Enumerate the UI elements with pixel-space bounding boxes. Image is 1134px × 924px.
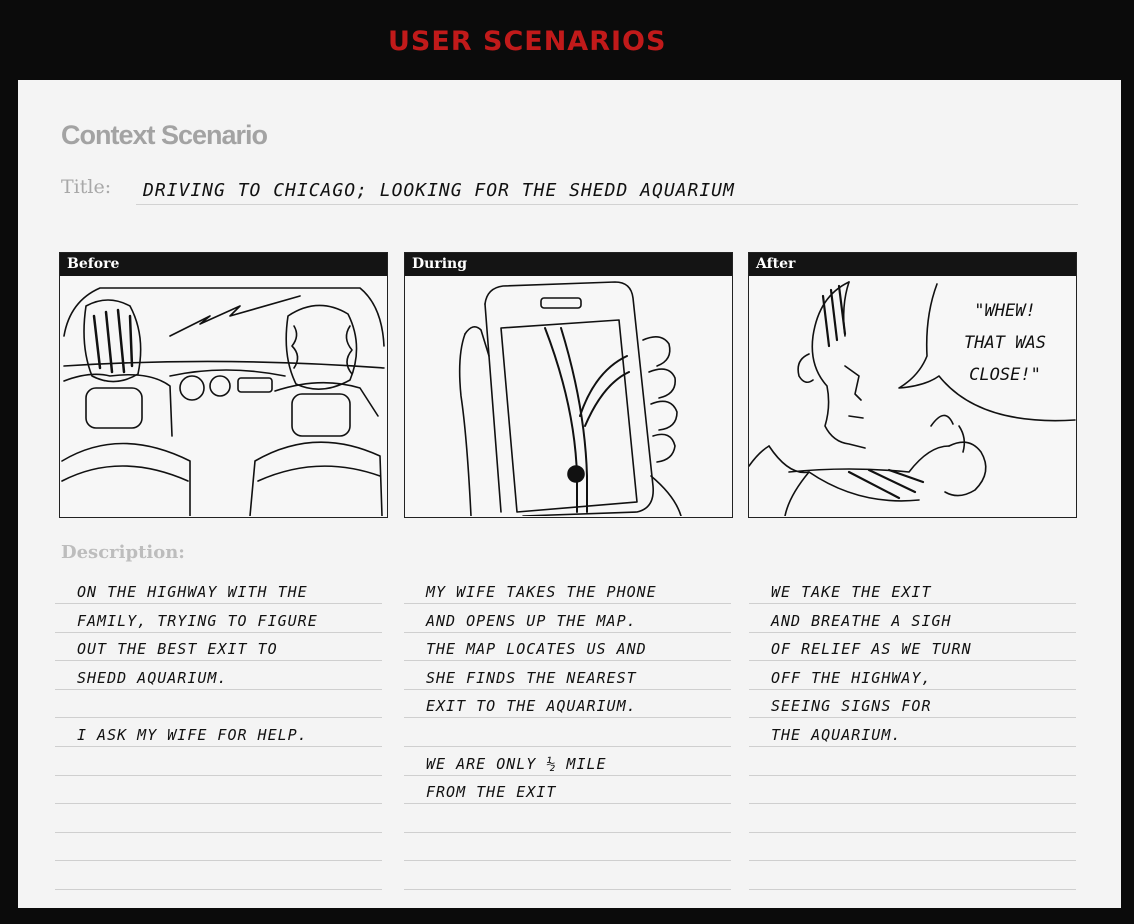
form-heading: Context Scenario bbox=[61, 120, 268, 150]
speech-line-2: THAT WAS bbox=[964, 333, 1046, 353]
description-line: AND BREATHE A SIGH bbox=[771, 611, 952, 630]
storyboard-panel-before: Before bbox=[59, 252, 388, 518]
title-value: DRIVING TO CHICAGO; LOOKING FOR THE SHED… bbox=[143, 180, 735, 201]
ruled-line bbox=[404, 660, 731, 662]
ruled-line bbox=[404, 774, 731, 776]
ruled-line bbox=[404, 860, 731, 862]
ruled-line bbox=[404, 631, 731, 633]
ruled-line bbox=[749, 831, 1076, 833]
ruled-line bbox=[749, 603, 1076, 604]
ruled-line bbox=[55, 774, 382, 776]
ruled-line bbox=[749, 717, 1076, 719]
title-label: Title: bbox=[61, 176, 112, 198]
description-column-during: MY WIFE TAKES THE PHONE AND OPENS UP THE … bbox=[404, 581, 731, 893]
description-line: FAMILY, TRYING TO FIGURE bbox=[77, 611, 318, 630]
panel-label-before: Before bbox=[60, 253, 387, 276]
ruled-line bbox=[55, 688, 382, 690]
description-line: MY WIFE TAKES THE PHONE bbox=[426, 583, 657, 601]
description-line: I ASK MY WIFE FOR HELP. bbox=[77, 726, 308, 744]
ruled-line bbox=[749, 746, 1076, 747]
ruled-line bbox=[55, 831, 382, 833]
ruled-line bbox=[749, 860, 1076, 862]
ruled-line bbox=[404, 831, 731, 833]
ruled-line bbox=[55, 603, 382, 604]
description-column-after: WE TAKE THE EXIT AND BREATHE A SIGH OF REL… bbox=[749, 581, 1076, 893]
storyboard-panel-during: During bbox=[404, 252, 733, 518]
ruled-line bbox=[404, 603, 731, 604]
ruled-line bbox=[749, 774, 1076, 776]
description-line: OUT THE BEST EXIT TO bbox=[77, 640, 278, 659]
speech-line-3: CLOSE!" bbox=[969, 365, 1041, 385]
ruled-line bbox=[55, 860, 382, 862]
description-line: EXIT TO THE AQUARIUM. bbox=[426, 697, 637, 716]
title-underline bbox=[136, 204, 1078, 205]
ruled-line bbox=[404, 688, 731, 690]
description-line: WE TAKE THE EXIT bbox=[771, 583, 932, 601]
ruled-line bbox=[749, 660, 1076, 662]
description-line: OFF THE HIGHWAY, bbox=[771, 668, 932, 687]
ruled-line bbox=[404, 889, 731, 890]
description-line: ON THE HIGHWAY WITH THE bbox=[77, 583, 308, 601]
ruled-line bbox=[749, 688, 1076, 690]
ruled-line bbox=[55, 803, 382, 805]
description-line: OF RELIEF AS WE TURN bbox=[771, 640, 972, 659]
description-line: FROM THE EXIT bbox=[426, 783, 557, 802]
panel-label-after: After bbox=[749, 253, 1076, 276]
ruled-line bbox=[749, 803, 1076, 805]
scenario-sheet: Context Scenario Title: DRIVING TO CHICA… bbox=[18, 80, 1121, 908]
storyboard-panel-after: After "WHEW! THAT WAS CLOSE!" bbox=[748, 252, 1077, 518]
description-column-before: ON THE HIGHWAY WITH THE FAMILY, TRYING TO… bbox=[55, 581, 382, 893]
ruled-line bbox=[55, 889, 382, 890]
ruled-line bbox=[749, 889, 1076, 890]
car-interior-sketch bbox=[61, 287, 385, 516]
ruled-line bbox=[404, 717, 731, 719]
description-label: Description: bbox=[61, 542, 185, 563]
description-line: WE ARE ONLY ½ MILE bbox=[426, 754, 607, 773]
ruled-line bbox=[55, 631, 382, 633]
ruled-line bbox=[749, 631, 1076, 633]
relieved-driver-sketch: "WHEW! THAT WAS CLOSE!" bbox=[749, 281, 1076, 516]
ruled-line bbox=[55, 746, 382, 747]
description-line: AND OPENS UP THE MAP. bbox=[426, 611, 637, 630]
ruled-line bbox=[404, 803, 731, 805]
phone-map-sketch bbox=[458, 281, 682, 516]
ruled-line bbox=[55, 660, 382, 662]
description-line: SHEDD AQUARIUM. bbox=[77, 668, 228, 687]
slide-title: USER SCENARIOS bbox=[388, 26, 667, 57]
description-line: SHE FINDS THE NEAREST bbox=[426, 668, 637, 687]
panel-label-during: During bbox=[405, 253, 732, 276]
ruled-line bbox=[55, 717, 382, 719]
description-line: THE AQUARIUM. bbox=[771, 726, 902, 744]
ruled-line bbox=[404, 746, 731, 747]
description-line: SEEING SIGNS FOR bbox=[771, 697, 932, 716]
description-line: THE MAP LOCATES US AND bbox=[426, 640, 647, 659]
speech-line-1: "WHEW! bbox=[974, 301, 1035, 321]
